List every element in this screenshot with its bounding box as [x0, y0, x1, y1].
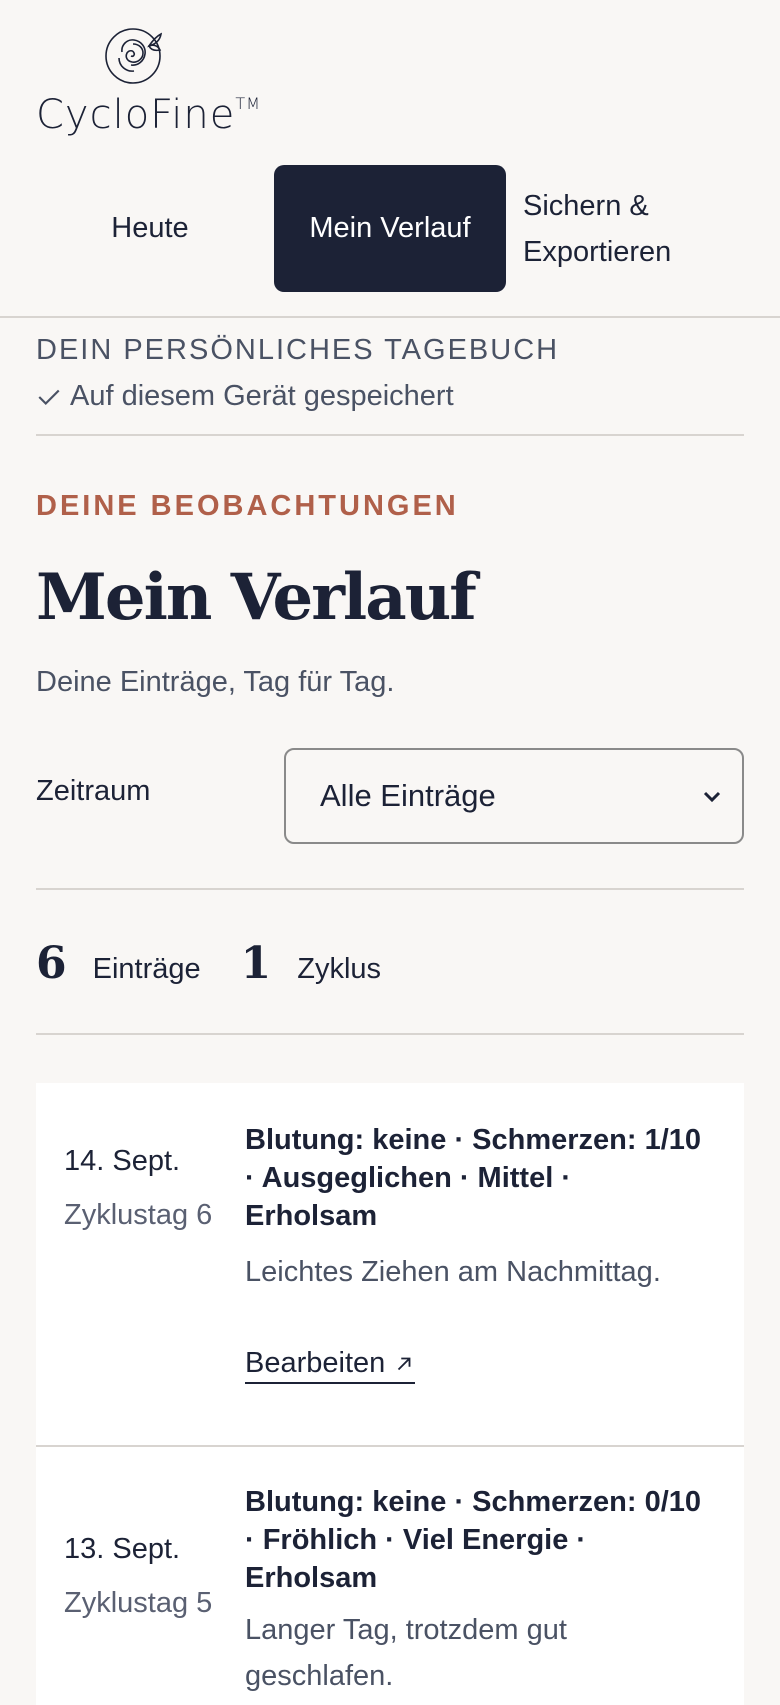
- range-label: Zeitraum: [36, 775, 151, 807]
- diary-label: DEIN PERSÖNLICHES TAGEBUCH: [36, 334, 560, 366]
- entry-note: Langer Tag, trotzdem gut geschlafen.: [245, 1614, 567, 1692]
- edit-entry-label: Bearbeiten: [245, 1347, 386, 1379]
- edit-entry-link[interactable]: Bearbeiten: [245, 1347, 416, 1384]
- section-eyebrow: DEINE BEOBACHTUNGEN: [36, 490, 459, 522]
- entry-date: 14. Sept.: [64, 1145, 181, 1177]
- entry-summary: Blutung: keine · Schmerzen: 1/10 · Ausge…: [245, 1124, 702, 1232]
- arrow-up-right-icon: [398, 1357, 411, 1370]
- entry-summary: Blutung: keine · Schmerzen: 0/10 · Fröhl…: [245, 1486, 702, 1594]
- divider: [36, 888, 744, 890]
- saved-status-text: Auf diesem Gerät gespeichert: [70, 380, 454, 412]
- brand-name: CycloFineTM: [36, 92, 261, 138]
- entry-list: 14. Sept. Zyklustag 6 Blutung: keine · S…: [36, 1083, 744, 1705]
- check-icon: [38, 389, 60, 405]
- main-nav: Heute Mein Verlauf Sichern & Exportieren: [0, 165, 780, 292]
- nav-item-heute[interactable]: Heute: [60, 165, 240, 292]
- saved-status: Auf diesem Gerät gespeichert: [36, 380, 454, 413]
- entry-cycle-day: Zyklustag 5: [64, 1587, 213, 1619]
- divider: [36, 434, 744, 436]
- entry-date: 13. Sept.: [64, 1533, 181, 1565]
- page-subtitle: Deine Einträge, Tag für Tag.: [36, 666, 395, 698]
- nav-divider: [0, 316, 780, 318]
- brand-logo[interactable]: CycloFineTM: [36, 22, 276, 142]
- entry-cycle-day: Zyklustag 6: [64, 1199, 213, 1231]
- chevron-down-icon: [703, 791, 721, 803]
- cycles-label: Zyklus: [297, 953, 382, 985]
- range-select[interactable]: Alle Einträge: [284, 748, 744, 844]
- nav-item-mein-verlauf[interactable]: Mein Verlauf: [274, 165, 506, 292]
- cycles-count: 1: [240, 938, 272, 989]
- nav-item-sichern-exportieren[interactable]: Sichern & Exportieren: [523, 165, 743, 292]
- divider: [36, 1033, 744, 1035]
- stats-summary: 6 Einträge 1 Zyklus: [36, 938, 421, 989]
- entry-card: 13. Sept. Zyklustag 5 Blutung: keine · S…: [36, 1445, 744, 1705]
- entry-card: 14. Sept. Zyklustag 6 Blutung: keine · S…: [36, 1083, 744, 1445]
- entry-note: Leichtes Ziehen am Nachmittag.: [245, 1256, 661, 1288]
- entries-count: 6: [36, 938, 67, 989]
- rose-logo-icon: [105, 28, 163, 84]
- entries-label: Einträge: [92, 953, 201, 985]
- range-select-value: Alle Einträge: [320, 778, 496, 813]
- page-title: Mein Verlauf: [36, 560, 477, 635]
